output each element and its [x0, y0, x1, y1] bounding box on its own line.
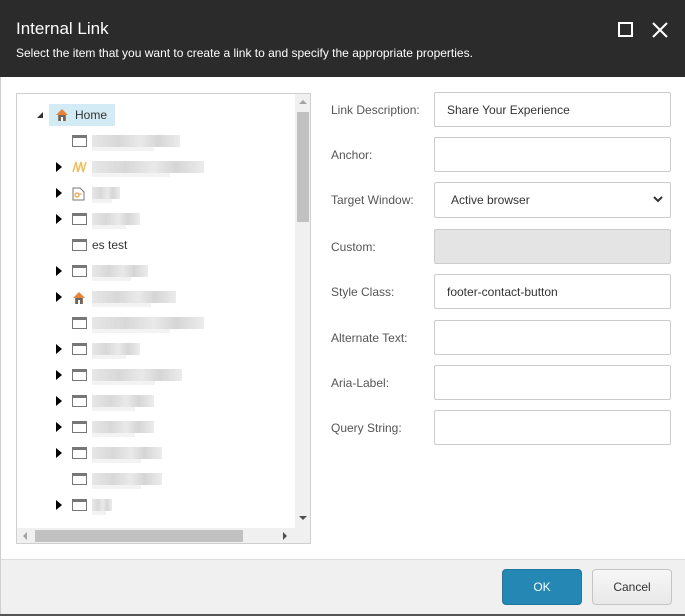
tree-node-label-redacted — [92, 213, 140, 229]
horizontal-scroll-thumb[interactable] — [35, 530, 243, 542]
tree-node[interactable] — [17, 468, 287, 490]
tree-node-label-redacted — [92, 447, 162, 463]
anchor-input[interactable] — [434, 137, 671, 172]
page-icon — [72, 135, 87, 147]
style-class-label: Style Class: — [331, 285, 395, 299]
dialog-subtitle: Select the item that you want to create … — [16, 46, 473, 60]
link-document-icon — [72, 187, 87, 201]
page-icon — [72, 317, 87, 329]
page-icon — [72, 473, 87, 485]
tree-node[interactable] — [17, 442, 287, 464]
alternate-text-label: Alternate Text: — [331, 331, 408, 345]
tree-node[interactable] — [17, 390, 287, 412]
close-icon — [652, 22, 668, 38]
collapse-arrow-icon[interactable] — [37, 112, 43, 118]
tree-node[interactable] — [17, 364, 287, 386]
style-class-input[interactable] — [434, 274, 671, 309]
aria-label-input[interactable] — [434, 365, 671, 400]
expand-arrow-icon[interactable] — [56, 188, 62, 198]
tree-node[interactable] — [17, 416, 287, 438]
link-description-label: Link Description: — [331, 103, 420, 117]
tree-node-label-redacted — [92, 187, 120, 203]
tree-node-label-redacted — [92, 317, 204, 333]
alternate-text-input[interactable] — [434, 320, 671, 355]
link-description-input[interactable] — [434, 92, 671, 127]
home-icon — [72, 291, 86, 305]
close-button[interactable] — [650, 20, 670, 40]
wave-icon — [72, 161, 87, 173]
page-icon — [72, 369, 87, 381]
custom-label: Custom: — [331, 240, 376, 254]
tree-node[interactable] — [17, 156, 287, 178]
target-window-value: Active browser — [451, 193, 530, 207]
target-window-label: Target Window: — [331, 193, 414, 207]
vertical-scrollbar[interactable] — [295, 94, 310, 528]
tree-node[interactable]: es test — [17, 234, 287, 256]
tree-node-label-redacted — [92, 421, 154, 437]
anchor-label: Anchor: — [331, 148, 373, 162]
content-tree[interactable]: Home es test — [16, 93, 311, 544]
query-string-input[interactable] — [434, 410, 671, 445]
page-icon — [72, 447, 87, 459]
cancel-button[interactable]: Cancel — [592, 569, 672, 605]
expand-arrow-icon[interactable] — [56, 500, 62, 510]
tree-node-label-redacted — [92, 473, 162, 489]
tree-node-label-redacted — [92, 395, 154, 411]
tree-node[interactable] — [17, 338, 287, 360]
scroll-right-arrow-icon[interactable] — [283, 532, 287, 540]
expand-arrow-icon[interactable] — [56, 214, 62, 224]
dialog-footer: OK Cancel — [0, 559, 685, 616]
page-icon — [72, 395, 87, 407]
expand-arrow-icon[interactable] — [56, 266, 62, 276]
horizontal-scrollbar[interactable] — [17, 528, 295, 543]
page-icon — [72, 499, 87, 511]
page-icon — [72, 343, 87, 355]
scroll-up-arrow-icon[interactable] — [299, 100, 307, 104]
expand-arrow-icon[interactable] — [56, 292, 62, 302]
expand-arrow-icon[interactable] — [56, 448, 62, 458]
expand-arrow-icon[interactable] — [56, 422, 62, 432]
home-icon — [55, 108, 69, 122]
target-window-select[interactable]: Active browser — [434, 182, 671, 218]
tree-node[interactable] — [17, 494, 287, 516]
tree-node-label-redacted — [92, 343, 140, 359]
page-icon — [72, 265, 87, 277]
page-icon — [72, 213, 87, 225]
page-icon — [72, 239, 87, 251]
expand-arrow-icon[interactable] — [56, 370, 62, 380]
tree-node[interactable] — [17, 208, 287, 230]
scroll-down-arrow-icon[interactable] — [299, 516, 307, 520]
dialog-header: Internal Link Select the item that you w… — [0, 0, 685, 77]
tree-node-label-redacted — [92, 499, 112, 515]
tree-node[interactable] — [17, 130, 287, 152]
expand-arrow-icon[interactable] — [56, 162, 62, 172]
custom-input — [434, 229, 671, 264]
tree-node-label-redacted — [92, 369, 182, 385]
vertical-scroll-thumb[interactable] — [297, 112, 309, 222]
tree-node[interactable] — [17, 260, 287, 282]
maximize-button[interactable] — [616, 20, 636, 40]
expand-arrow-icon[interactable] — [56, 344, 62, 354]
tree-node-home[interactable]: Home — [17, 104, 287, 126]
tree-node-label-redacted — [92, 265, 148, 281]
tree-node-label-redacted — [92, 291, 176, 307]
ok-button[interactable]: OK — [502, 569, 582, 605]
maximize-icon — [618, 22, 633, 37]
scroll-corner — [295, 528, 310, 543]
aria-label-label: Aria-Label: — [331, 376, 390, 390]
query-string-label: Query String: — [331, 421, 402, 435]
tree-node-label: Home — [75, 108, 108, 122]
tree-node[interactable] — [17, 312, 287, 334]
dialog-title: Internal Link — [16, 19, 109, 38]
tree-node-label-redacted — [92, 161, 204, 177]
page-icon — [72, 421, 87, 433]
tree-node-label-redacted — [92, 135, 180, 151]
tree-node[interactable] — [17, 182, 287, 204]
tree-node-label: es test — [92, 238, 128, 252]
expand-arrow-icon[interactable] — [56, 396, 62, 406]
tree-node[interactable] — [17, 286, 287, 308]
scroll-left-arrow-icon[interactable] — [23, 532, 27, 540]
chevron-down-icon — [653, 196, 663, 203]
